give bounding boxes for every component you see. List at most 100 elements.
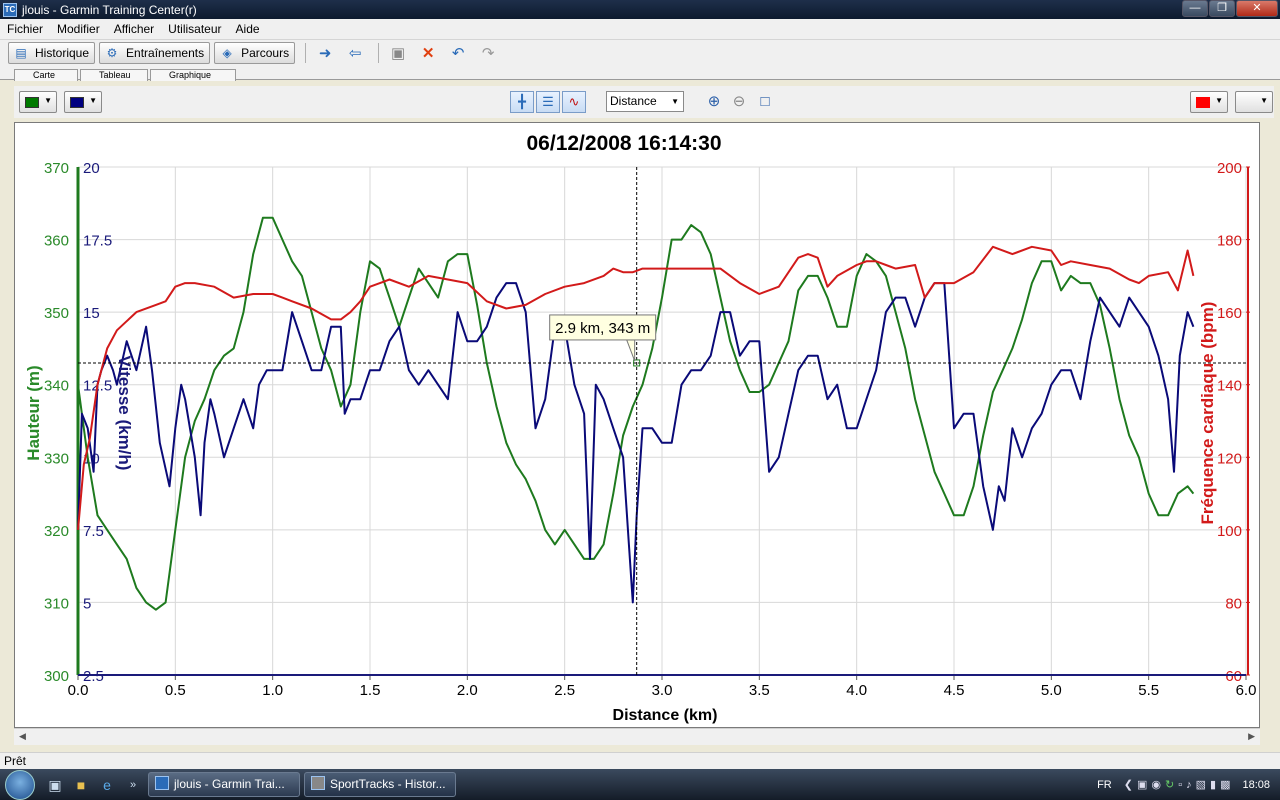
- x-axis-select[interactable]: Distance ▼: [606, 91, 684, 112]
- line-mode-icon[interactable]: ∿: [562, 91, 586, 113]
- chart-panel: 0.0 0.5 1.0 1.5 2.0 2.5 3.0 3.5 4.0 4.5 5.0 5.5 6.0 3…: [14, 122, 1260, 728]
- tray-network-icon[interactable]: ▫: [1178, 779, 1182, 791]
- taskbar: ▣ ■ e » jlouis - Garmin Trai... SportTra…: [0, 769, 1280, 800]
- heart-rate-tick-label: 80: [1225, 595, 1242, 612]
- tab-graphique[interactable]: Graphique: [150, 69, 236, 81]
- windows-orb-icon: [5, 769, 35, 800]
- view-tabs: Carte Tableau Graphique: [0, 66, 1280, 81]
- grid-mode-icon[interactable]: ☰: [536, 91, 560, 113]
- zoom-fit-icon[interactable]: □: [755, 92, 775, 112]
- scroll-left-icon[interactable]: ◀: [19, 731, 26, 742]
- parcours-label: Parcours: [241, 46, 290, 60]
- extra-series-picker[interactable]: ▼: [1235, 91, 1273, 113]
- horizontal-scrollbar[interactable]: ◀ ▶: [14, 728, 1260, 745]
- explorer-icon[interactable]: ■: [70, 774, 92, 796]
- chevron-down-icon: ▼: [89, 96, 97, 105]
- crosshair-mode-icon[interactable]: ╋: [510, 91, 534, 113]
- x-axis-label: Distance (km): [613, 707, 718, 724]
- elevation-tick-label: 300: [44, 668, 69, 685]
- speed-tick-label: 2.5: [83, 668, 104, 685]
- heart-rate-tick-label: 160: [1217, 305, 1242, 322]
- speed-color-swatch: [70, 97, 84, 108]
- chart-title: 06/12/2008 16:14:30: [527, 132, 722, 155]
- parcours-button[interactable]: ◈ Parcours: [214, 42, 296, 64]
- internet-explorer-icon[interactable]: e: [96, 774, 118, 796]
- garmin-app-icon: [155, 776, 169, 790]
- send-to-device-icon[interactable]: ➜: [312, 42, 338, 64]
- elevation-tick-label: 360: [44, 233, 69, 250]
- scroll-right-icon[interactable]: ▶: [1248, 731, 1255, 742]
- cursor-tooltip-pointer: [625, 339, 636, 362]
- heart-rate-color-picker[interactable]: ▼: [1190, 91, 1228, 113]
- history-icon: ▤: [15, 46, 27, 60]
- chart-axes: 0.0 0.5 1.0 1.5 2.0 2.5 3.0 3.5 4.0 4.5 5.0 5.5 6.03…: [44, 160, 1256, 699]
- language-indicator[interactable]: FR: [1097, 779, 1112, 791]
- elevation-color-picker[interactable]: ▼: [19, 91, 57, 113]
- chart-toolbar: ▼ ▼ ╋ ☰ ∿ Distance ▼ ⊕ ⊖ □ ▼ ▼: [14, 86, 1274, 118]
- task-garmin-label: jlouis - Garmin Trai...: [174, 777, 285, 791]
- course-icon: ◈: [222, 46, 232, 60]
- heart-rate-tick-label: 200: [1217, 160, 1242, 177]
- toolbar-separator: [378, 43, 380, 63]
- task-garmin[interactable]: jlouis - Garmin Trai...: [148, 772, 300, 797]
- menu-afficher[interactable]: Afficher: [107, 22, 161, 36]
- tab-carte[interactable]: Carte: [14, 69, 78, 81]
- elevation-tick-label: 370: [44, 160, 69, 177]
- quick-launch-more-icon[interactable]: »: [122, 774, 144, 796]
- tray-device-icon[interactable]: ▧: [1196, 778, 1206, 791]
- menu-aide[interactable]: Aide: [229, 22, 267, 36]
- maximize-button[interactable]: ❐: [1209, 0, 1235, 17]
- window-title: jlouis - Garmin Training Center(r): [22, 2, 197, 17]
- historique-label: Historique: [35, 46, 90, 60]
- menu-bar: Fichier Modifier Afficher Utilisateur Ai…: [0, 19, 1280, 40]
- delete-icon[interactable]: ✕: [415, 42, 441, 64]
- minimize-button[interactable]: —: [1182, 0, 1208, 17]
- chart-series: [77, 216, 1195, 611]
- x-tick-label: 4.0: [846, 682, 867, 699]
- tray-app-icon[interactable]: ▣: [1137, 778, 1147, 791]
- speed-tick-label: 17.5: [83, 233, 112, 250]
- clock: 18:08: [1242, 778, 1270, 791]
- chevron-down-icon: ▼: [44, 96, 52, 105]
- close-button[interactable]: ✕: [1236, 0, 1278, 17]
- save-icon[interactable]: ▣: [385, 42, 411, 64]
- start-button[interactable]: [0, 769, 40, 800]
- x-tick-label: 3.0: [652, 682, 673, 699]
- elevation-tick-label: 330: [44, 450, 69, 467]
- heart-rate-axis-label: Fréquence cardiaque (bpm): [1198, 302, 1217, 525]
- status-text: Prêt: [4, 754, 27, 768]
- heart-rate-series-line: [77, 245, 1195, 530]
- entrainements-button[interactable]: ⚙ Entraînements: [99, 42, 211, 64]
- zoom-out-icon[interactable]: ⊖: [729, 92, 749, 112]
- historique-button[interactable]: ▤ Historique: [8, 42, 96, 64]
- speed-tick-label: 7.5: [83, 523, 104, 540]
- menu-utilisateur[interactable]: Utilisateur: [161, 22, 228, 36]
- x-tick-label: 2.0: [457, 682, 478, 699]
- x-axis-select-value: Distance: [610, 94, 657, 108]
- elevation-color-swatch: [25, 97, 39, 108]
- tray-expand-icon[interactable]: ❮: [1124, 778, 1133, 791]
- show-desktop-icon[interactable]: ▣: [44, 774, 66, 796]
- speed-axis-label: Vitesse (km/h): [115, 356, 134, 471]
- tray-volume-icon[interactable]: ♪: [1186, 779, 1192, 791]
- tab-tableau[interactable]: Tableau: [80, 69, 148, 81]
- tray-g-icon[interactable]: ◉: [1151, 778, 1161, 791]
- chart-svg[interactable]: 0.0 0.5 1.0 1.5 2.0 2.5 3.0 3.5 4.0 4.5 5.0 5.5 6.03…: [15, 123, 1261, 729]
- task-sporttracks[interactable]: SportTracks - Histor...: [304, 772, 456, 797]
- tray-monitor-icon[interactable]: ▩: [1220, 778, 1230, 791]
- status-bar: Prêt: [0, 752, 1280, 769]
- redo-icon[interactable]: ↷: [475, 42, 501, 64]
- speed-tick-label: 5: [83, 595, 91, 612]
- undo-icon[interactable]: ↶: [445, 42, 471, 64]
- menu-fichier[interactable]: Fichier: [0, 22, 50, 36]
- tray-sync-icon[interactable]: ↻: [1165, 778, 1174, 791]
- x-tick-label: 3.5: [749, 682, 770, 699]
- toolbar-separator: [305, 43, 307, 63]
- menu-modifier[interactable]: Modifier: [50, 22, 107, 36]
- speed-tick-label: 20: [83, 160, 100, 177]
- zoom-in-icon[interactable]: ⊕: [704, 92, 724, 112]
- tray-battery-icon[interactable]: ▮: [1210, 778, 1216, 791]
- chevron-down-icon: ▼: [1260, 96, 1268, 105]
- receive-from-device-icon[interactable]: ⇦: [342, 42, 368, 64]
- speed-color-picker[interactable]: ▼: [64, 91, 102, 113]
